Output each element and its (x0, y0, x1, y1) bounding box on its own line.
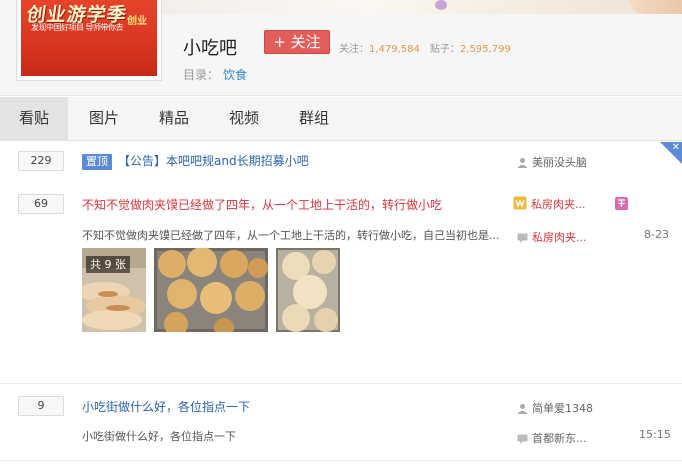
follow-count-label: 关注： (339, 44, 369, 55)
forum-stats: 关注：1,479,584 贴子：2,595,799 (339, 40, 511, 55)
reply-icon (517, 233, 528, 243)
thread-title[interactable]: 置顶 【公告】本吧吧规and长期招募小吧 (82, 152, 309, 170)
thread-thumbnail[interactable]: 共 9 张 (82, 248, 146, 332)
thread-list: ✕ 229 置顶 【公告】本吧吧规and长期招募小吧 美丽没头脑 69 不知不觉做… (0, 142, 682, 473)
posts-count-label: 贴子： (429, 44, 460, 55)
vip-icon (513, 196, 527, 210)
tab-videos[interactable]: 视频 (210, 97, 278, 140)
user-icon (517, 158, 528, 168)
reply-count: 229 (18, 151, 64, 171)
tieba-page: 创业游学季 发现中国好项目 导师带你去 创业 小吃吧 + 关注 关注：1,479… (0, 0, 682, 473)
reply-count: 69 (18, 194, 64, 214)
last-reply-user[interactable]: 首都新东... (517, 430, 587, 446)
thread-title[interactable]: 小吃街做什么好，各位指点一下 (82, 398, 250, 415)
avatar-image: 创业游学季 发现中国好项目 导师带你去 创业 (21, 0, 157, 76)
forum-tabs: 看贴 图片 精品 视频 群组 (0, 97, 682, 141)
catalog-label: 目录： (183, 68, 220, 82)
thread-author[interactable]: 简单爱1348 (517, 400, 593, 416)
thread-abstract: 小吃街做什么好，各位指点一下 (82, 430, 236, 443)
avatar-subtitle: 发现中国好项目 导师带你去 (31, 23, 124, 32)
forum-catalog: 目录： 饮食 (183, 66, 247, 83)
last-reply-user[interactable]: 私房肉夹... (517, 229, 587, 245)
thread-thumbnail[interactable] (276, 248, 340, 332)
follow-count: 1,479,584 (369, 44, 420, 55)
thread-abstract: 不知不觉做肉夹馍已经做了四年，从一个工地上干活的，转行做小吃，自己当初也是... (82, 229, 500, 242)
thread-title-text[interactable]: 【公告】本吧吧规and长期招募小吧 (118, 154, 309, 168)
forum-name: 小吃吧 (183, 38, 237, 59)
avatar-tag: 创业 (127, 16, 147, 27)
pinned-badge: 置顶 (82, 154, 112, 170)
close-icon[interactable]: ✕ (672, 142, 680, 154)
tab-threads[interactable]: 看贴 (0, 97, 68, 140)
tab-groups[interactable]: 群组 (280, 97, 348, 140)
reply-count: 9 (18, 396, 64, 416)
catalog-link[interactable]: 饮食 (223, 68, 247, 82)
header-banner (160, 0, 682, 14)
user-icon (517, 404, 528, 414)
thread-thumbnail[interactable] (154, 248, 268, 332)
badge-icon (615, 197, 628, 210)
image-count-badge: 共 9 张 (86, 256, 130, 273)
thread-author[interactable]: 私房肉夹... (513, 196, 586, 212)
thread-title[interactable]: 不知不觉做肉夹馍已经做了四年，从一个工地上干活的，转行做小吃 (82, 196, 442, 213)
forum-header: 创业游学季 发现中国好项目 导师带你去 创业 小吃吧 + 关注 关注：1,479… (0, 0, 682, 96)
last-reply-time: 15:15 (639, 428, 671, 441)
thread-author[interactable]: 美丽没头脑 (517, 154, 587, 170)
follow-button[interactable]: + 关注 (264, 30, 330, 54)
posts-count: 2,595,799 (459, 44, 511, 55)
reply-icon (517, 434, 528, 444)
tab-featured[interactable]: 精品 (140, 97, 208, 140)
tab-pictures[interactable]: 图片 (70, 97, 138, 140)
forum-avatar[interactable]: 创业游学季 发现中国好项目 导师带你去 创业 (16, 0, 162, 81)
last-reply-time: 8-23 (644, 228, 669, 241)
